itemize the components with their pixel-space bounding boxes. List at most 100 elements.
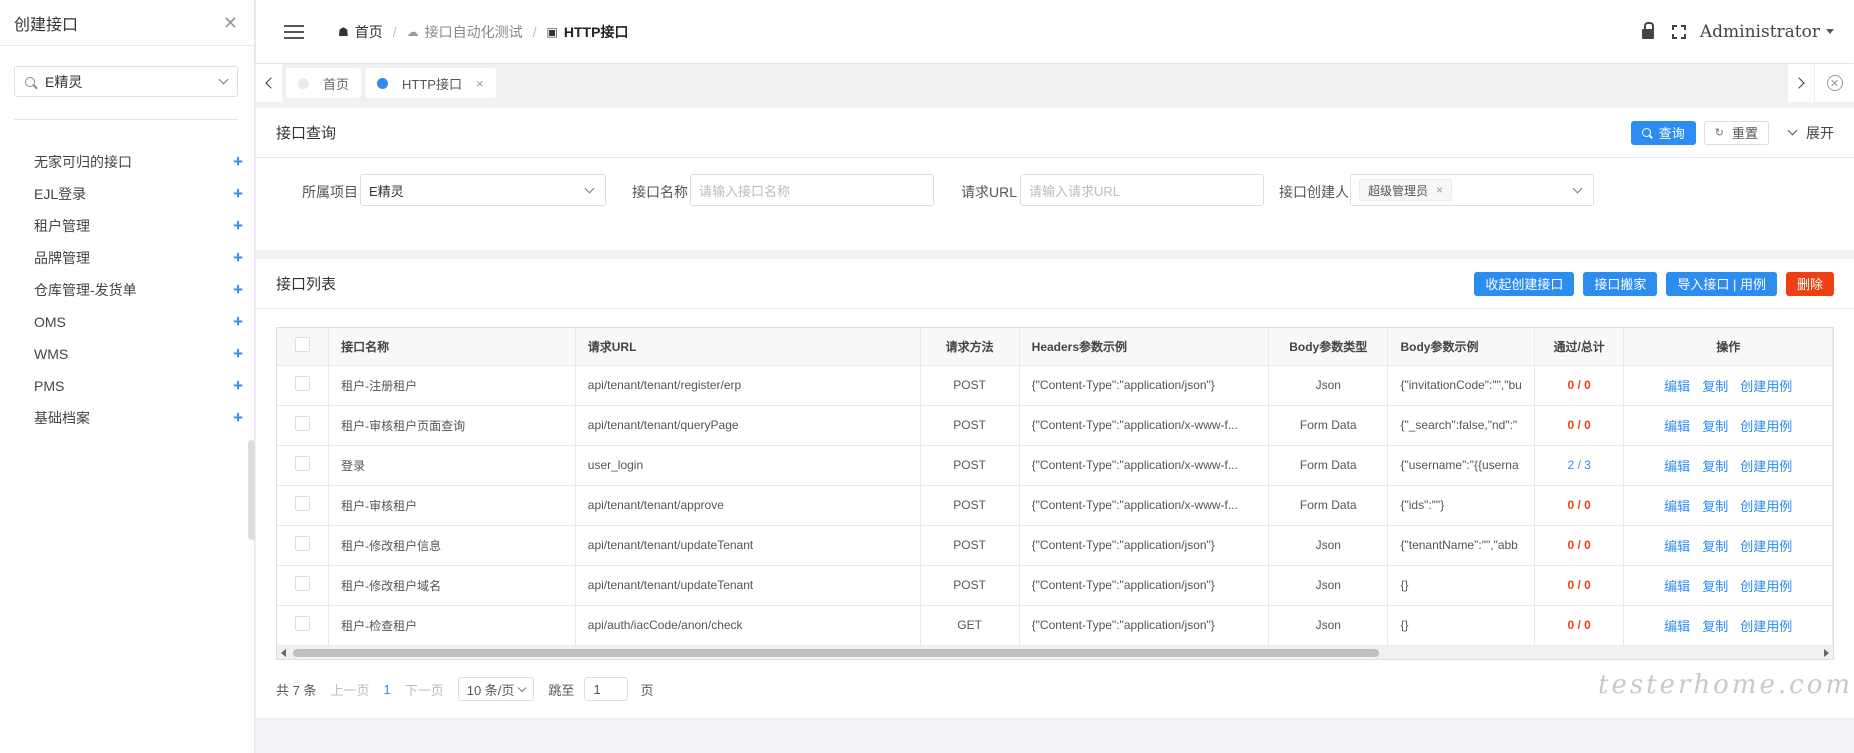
add-icon[interactable]: +: [233, 184, 243, 204]
create-case-link[interactable]: 创建用例: [1740, 579, 1792, 594]
add-icon[interactable]: +: [233, 216, 243, 236]
edit-link[interactable]: 编辑: [1664, 379, 1690, 394]
menu-toggle-icon[interactable]: [284, 24, 304, 39]
cell-url: api/tenant/tenant/queryPage: [575, 405, 921, 446]
cell-name: 租户-修改租户信息: [328, 525, 576, 566]
tree-item[interactable]: PMS +: [0, 370, 255, 402]
prev-page-button[interactable]: 上一页: [330, 680, 369, 699]
add-icon[interactable]: +: [233, 152, 243, 172]
search-button[interactable]: 查询: [1630, 120, 1696, 145]
create-case-link[interactable]: 创建用例: [1740, 459, 1792, 474]
row-checkbox[interactable]: [295, 536, 311, 551]
close-icon[interactable]: ✕: [223, 14, 238, 32]
page-size-select[interactable]: 10 条/页: [457, 677, 535, 701]
lock-icon[interactable]: [1641, 21, 1654, 39]
copy-link[interactable]: 复制: [1702, 619, 1728, 634]
edit-link[interactable]: 编辑: [1664, 579, 1690, 594]
scrollbar-thumb[interactable]: [293, 649, 1379, 657]
next-page-button[interactable]: 下一页: [405, 680, 444, 699]
tree-item[interactable]: 无家可归的接口 +: [0, 146, 255, 178]
tree-item[interactable]: 品牌管理 +: [0, 242, 255, 274]
tree-item[interactable]: 仓库管理-发货单 +: [0, 274, 255, 306]
create-case-link[interactable]: 创建用例: [1740, 419, 1792, 434]
add-icon[interactable]: +: [233, 408, 243, 428]
collapse-create-button[interactable]: 收起创建接口: [1474, 271, 1575, 296]
row-checkbox[interactable]: [295, 376, 311, 391]
create-case-link[interactable]: 创建用例: [1740, 539, 1792, 554]
creator-tag[interactable]: 超级管理员 ×: [1359, 179, 1453, 201]
create-case-link[interactable]: 创建用例: [1740, 619, 1792, 634]
expand-toggle[interactable]: 展开: [1787, 123, 1834, 143]
add-icon[interactable]: +: [233, 344, 243, 364]
chevron-down-icon: [518, 683, 527, 692]
edit-link[interactable]: 编辑: [1664, 419, 1690, 434]
breadcrumb-home[interactable]: 首页: [355, 22, 383, 42]
col-header[interactable]: 接口名称: [328, 328, 576, 366]
import-button[interactable]: 导入接口 | 用例: [1666, 271, 1777, 296]
row-checkbox[interactable]: [295, 616, 311, 631]
api-name-input[interactable]: 请输入接口名称: [690, 174, 934, 206]
row-checkbox[interactable]: [295, 496, 311, 511]
edit-link[interactable]: 编辑: [1664, 499, 1690, 514]
request-url-input[interactable]: 请输入请求URL: [1020, 174, 1264, 206]
page-number[interactable]: 1: [383, 682, 390, 697]
edit-link[interactable]: 编辑: [1664, 539, 1690, 554]
jump-page-input[interactable]: 1: [584, 677, 629, 701]
col-header[interactable]: Headers参数示例: [1019, 328, 1270, 366]
tree-item[interactable]: 基础档案 +: [0, 402, 255, 434]
close-all-tabs-button[interactable]: ✕: [1814, 64, 1854, 102]
row-checkbox[interactable]: [295, 416, 311, 431]
tree-item[interactable]: EJL登录 +: [0, 178, 255, 210]
cell-headers: {"Content-Type":"application/json"}: [1019, 365, 1270, 406]
table-horizontal-scrollbar[interactable]: [277, 645, 1833, 659]
user-menu[interactable]: Administrator: [1700, 22, 1820, 42]
col-header[interactable]: Body参数示例: [1387, 328, 1535, 366]
copy-link[interactable]: 复制: [1702, 379, 1728, 394]
edit-link[interactable]: 编辑: [1664, 619, 1690, 634]
tab-list: 首页 HTTP接口 ×: [282, 64, 1788, 102]
row-checkbox[interactable]: [295, 576, 311, 591]
copy-link[interactable]: 复制: [1702, 499, 1728, 514]
tag-close-icon[interactable]: ×: [1436, 183, 1443, 197]
tabs-scroll-left-button[interactable]: [256, 64, 282, 102]
tree-item[interactable]: 租户管理 +: [0, 210, 255, 242]
copy-link[interactable]: 复制: [1702, 539, 1728, 554]
add-icon[interactable]: +: [233, 280, 243, 300]
move-api-button[interactable]: 接口搬家: [1583, 271, 1658, 296]
add-icon[interactable]: +: [233, 376, 243, 396]
tabs-scroll-right-button[interactable]: [1788, 64, 1814, 102]
delete-button[interactable]: 删除: [1785, 271, 1834, 296]
copy-link[interactable]: 复制: [1702, 579, 1728, 594]
breadcrumb-automation[interactable]: 接口自动化测试: [425, 22, 523, 42]
drawer-scrollbar[interactable]: [248, 440, 255, 540]
col-header[interactable]: 请求URL: [575, 328, 921, 366]
cell-name: 租户-审核租户: [328, 485, 576, 526]
project-select[interactable]: E精灵: [14, 66, 238, 97]
chevron-down-icon: [1787, 125, 1798, 136]
add-icon[interactable]: +: [233, 248, 243, 268]
create-case-link[interactable]: 创建用例: [1740, 379, 1792, 394]
caret-down-icon[interactable]: [1826, 29, 1834, 34]
col-header[interactable]: 通过/总计: [1533, 328, 1625, 366]
select-all-checkbox[interactable]: [295, 337, 311, 353]
fullscreen-icon[interactable]: [1671, 24, 1686, 39]
tab-http-api[interactable]: HTTP接口 ×: [365, 68, 496, 98]
tab-close-icon[interactable]: ×: [476, 76, 484, 91]
tree-item[interactable]: OMS +: [0, 306, 255, 338]
scroll-left-arrow-icon[interactable]: [281, 649, 286, 657]
scroll-right-arrow-icon[interactable]: [1824, 649, 1829, 657]
copy-link[interactable]: 复制: [1702, 459, 1728, 474]
col-header[interactable]: Body参数类型: [1268, 328, 1389, 366]
col-header[interactable]: 请求方法: [920, 328, 1020, 366]
reset-button[interactable]: ↻ 重置: [1703, 120, 1769, 145]
tabs-bar: 首页 HTTP接口 × ✕: [256, 64, 1854, 102]
row-checkbox[interactable]: [295, 456, 311, 471]
copy-link[interactable]: 复制: [1702, 419, 1728, 434]
project-filter-select[interactable]: E精灵: [360, 174, 606, 206]
edit-link[interactable]: 编辑: [1664, 459, 1690, 474]
creator-select[interactable]: 超级管理员 ×: [1350, 174, 1594, 206]
create-case-link[interactable]: 创建用例: [1740, 499, 1792, 514]
tab-home[interactable]: 首页: [286, 68, 362, 98]
tree-item[interactable]: WMS +: [0, 338, 255, 370]
add-icon[interactable]: +: [233, 312, 243, 332]
